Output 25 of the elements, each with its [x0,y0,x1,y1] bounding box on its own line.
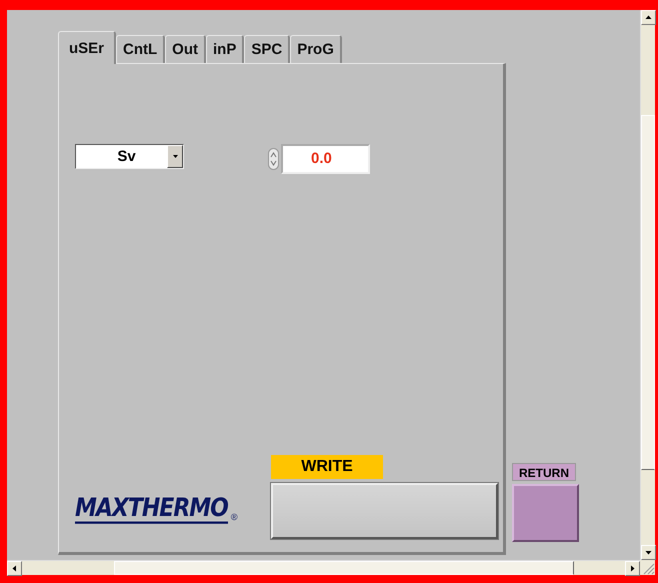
return-button[interactable] [512,484,579,542]
logo: MAXTHERMO [75,496,228,524]
registered-mark: ® [230,512,238,522]
write-button[interactable] [271,483,498,539]
tab[interactable]: CntL [116,35,166,63]
resize-grip[interactable] [640,560,655,575]
dropdown-arrow-icon [172,152,178,160]
tab[interactable]: ProG [290,35,342,63]
scroll-thumb[interactable] [641,115,655,470]
tab[interactable]: SPC [244,35,290,63]
right-arrow-icon [629,565,636,572]
tab[interactable]: Out [165,35,206,63]
down-arrow-icon [645,549,652,556]
return-label: RETURN [512,463,576,481]
scroll-thumb[interactable] [114,561,574,575]
parameter-dropdown[interactable]: Sv [75,144,184,168]
value-field[interactable]: 0.0 [281,144,370,174]
tab[interactable]: inP [206,35,244,63]
tab[interactable]: uSEr [58,31,116,64]
up-arrow-icon [645,14,652,21]
vertical-scrollbar[interactable] [640,10,655,560]
horizontal-scrollbar[interactable] [7,560,640,575]
write-label: WRITE [271,455,383,479]
left-arrow-icon [11,565,18,572]
spinner-icon[interactable] [268,148,279,170]
